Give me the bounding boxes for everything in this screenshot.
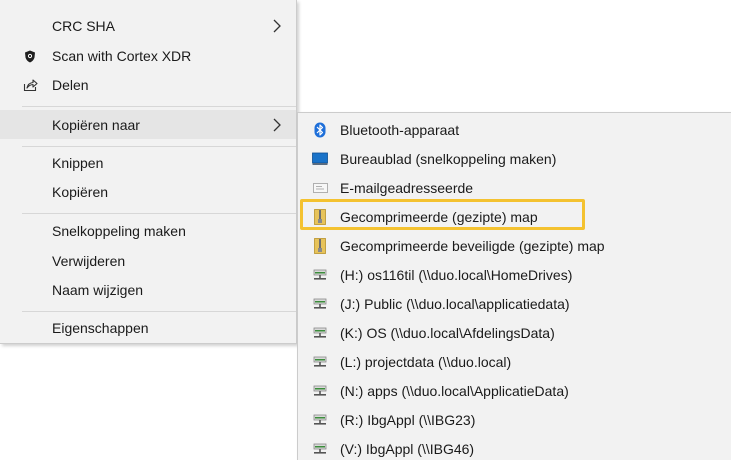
menu-item-eigenschappen[interactable]: Eigenschappen [0,314,296,342]
menu-item-label: Snelkoppeling maken [52,223,186,239]
menu-item-label: CRC SHA [52,18,116,34]
submenu-item-label: (J:) Public (\\duo.local\applicatiedata) [340,295,570,312]
menu-item-label: Delen [52,77,89,93]
menu-item-kopieren-naar[interactable]: Kopiëren naar [0,110,296,139]
context-menu: CRC SHA Scan with Cortex XDR Delen Kopië… [0,0,297,344]
submenu-item-zip-folder-secure[interactable]: Gecomprimeerde beveiligde (gezipte) map [298,231,731,260]
submenu-item-bluetooth[interactable]: Bluetooth-apparaat [298,115,731,144]
network-drive-icon [312,441,328,457]
submenu-item-drive-k[interactable]: (K:) OS (\\duo.local\AfdelingsData) [298,318,731,347]
network-drive-icon [312,325,328,341]
submenu-item-zip-folder[interactable]: Gecomprimeerde (gezipte) map [298,202,731,231]
submenu-item-drive-j[interactable]: (J:) Public (\\duo.local\applicatiedata) [298,289,731,318]
menu-separator [22,311,296,312]
menu-item-kopieren[interactable]: Kopiëren [0,178,296,206]
submenu-item-label: E-mailgeadresseerde [340,179,474,196]
menu-item-label: Kopiëren [52,184,109,200]
submenu-item-drive-r[interactable]: (R:) IbgAppl (\\IBG23) [298,405,731,434]
chevron-right-icon [273,19,281,33]
menu-item-label: Verwijderen [52,253,126,269]
submenu-item-label: (N:) apps (\\duo.local\ApplicatieData) [340,382,569,399]
network-drive-icon [312,383,328,399]
menu-item-label: Scan with Cortex XDR [52,48,192,64]
submenu-item-label: (K:) OS (\\duo.local\AfdelingsData) [340,324,555,341]
desktop-icon [312,151,328,167]
submenu-item-label: Gecomprimeerde beveiligde (gezipte) map [340,237,605,254]
chevron-right-icon [273,118,281,131]
network-drive-icon [312,296,328,312]
menu-item-naam-wijzigen[interactable]: Naam wijzigen [0,276,296,304]
submenu-item-drive-n[interactable]: (N:) apps (\\duo.local\ApplicatieData) [298,376,731,405]
menu-item-scan-cortex-xdr[interactable]: Scan with Cortex XDR [0,42,296,70]
bluetooth-icon [312,122,328,138]
submenu-item-drive-v[interactable]: (V:) IbgAppl (\\IBG46) [298,434,731,460]
submenu-item-label: (R:) IbgAppl (\\IBG23) [340,411,476,428]
zip-folder-icon [312,208,328,225]
network-drive-icon [312,354,328,370]
menu-item-label: Naam wijzigen [52,282,144,298]
mail-icon [312,180,328,196]
submenu-item-drive-l[interactable]: (L:) projectdata (\\duo.local) [298,347,731,376]
menu-item-knippen[interactable]: Knippen [0,149,296,177]
menu-item-crc-sha[interactable]: CRC SHA [0,12,296,40]
submenu-item-email[interactable]: E-mailgeadresseerde [298,173,731,202]
menu-item-label: Knippen [52,155,104,171]
menu-separator [22,213,296,214]
menu-item-label: Kopiëren naar [52,116,140,133]
network-drive-icon [312,412,328,428]
zip-folder-icon [312,237,328,254]
shield-icon [22,48,38,64]
submenu-item-label: (L:) projectdata (\\duo.local) [340,353,512,370]
submenu-item-label: Bluetooth-apparaat [340,121,460,138]
screen: CRC SHA Scan with Cortex XDR Delen Kopië… [0,0,731,460]
menu-separator [22,106,296,107]
menu-item-verwijderen[interactable]: Verwijderen [0,247,296,275]
menu-item-delen[interactable]: Delen [0,71,296,99]
network-drive-icon [312,267,328,283]
menu-separator [22,146,296,147]
share-icon [22,77,38,93]
submenu-item-label: Gecomprimeerde (gezipte) map [340,208,538,225]
submenu-item-label: (V:) IbgAppl (\\IBG46) [340,440,475,457]
submenu-item-label: (H:) os116til (\\duo.local\HomeDrives) [340,266,573,283]
menu-item-snelkoppeling-maken[interactable]: Snelkoppeling maken [0,217,296,245]
submenu-item-drive-h[interactable]: (H:) os116til (\\duo.local\HomeDrives) [298,260,731,289]
menu-item-label: Eigenschappen [52,320,149,336]
send-to-submenu: Bluetooth-apparaat Bureaublad (snelkoppe… [297,112,731,460]
submenu-item-bureaublad[interactable]: Bureaublad (snelkoppeling maken) [298,144,731,173]
submenu-item-label: Bureaublad (snelkoppeling maken) [340,150,557,167]
